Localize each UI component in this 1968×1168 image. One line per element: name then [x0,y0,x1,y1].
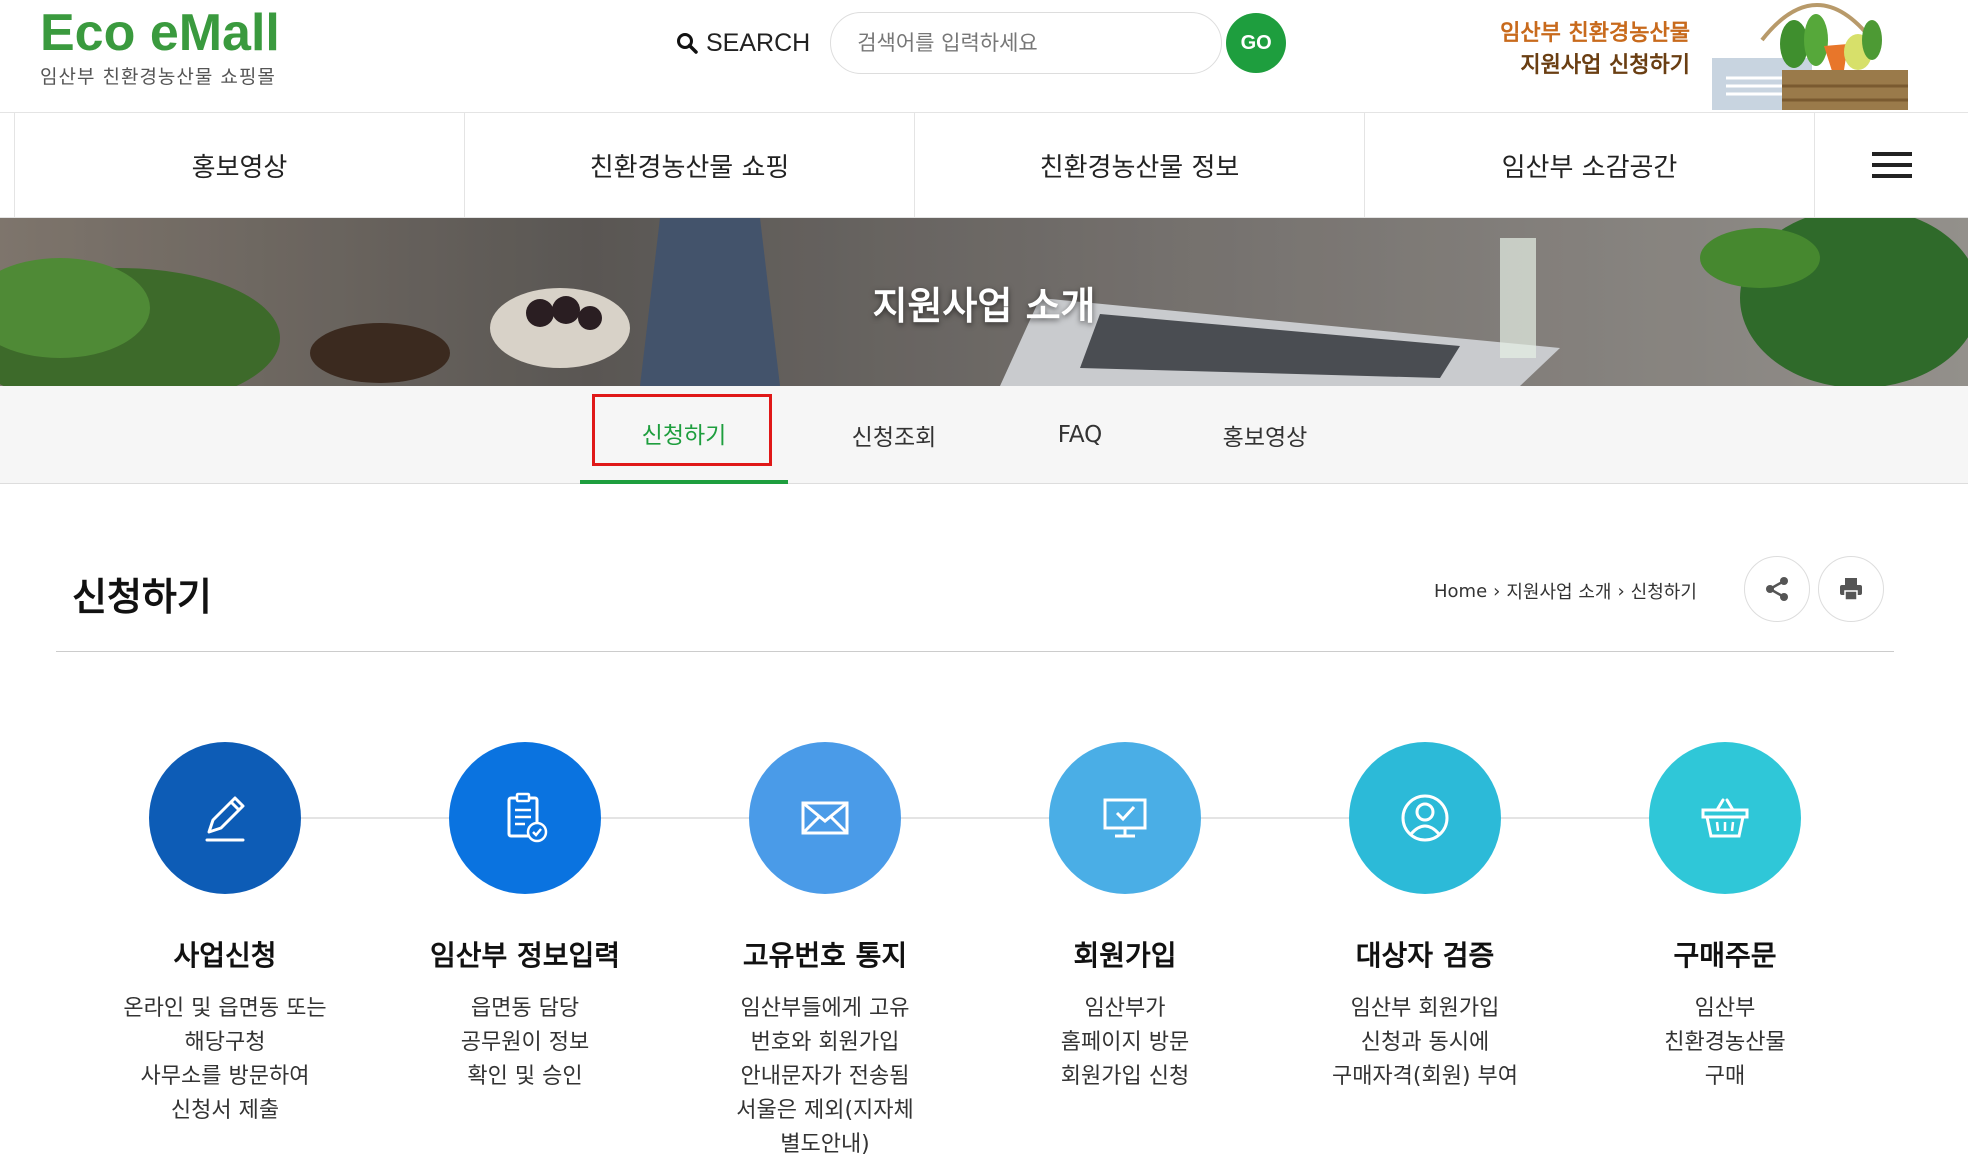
banner-title: 지원사업 소개 [872,283,1096,328]
basket-icon [1701,798,1749,838]
subtab-inquiry[interactable]: 신청조회 [800,386,988,484]
search-bar: SEARCH GO [676,12,1287,74]
step-title: 회원가입 [1073,939,1177,972]
page-title: 신청하기 [72,575,212,619]
step-title: 임산부 정보입력 [429,939,621,972]
search-input[interactable] [830,12,1223,74]
menu-button[interactable] [1814,113,1968,217]
step-circle [1349,742,1501,894]
sub-tabs: 신청하기 신청조회 FAQ 홍보영상 [0,386,1968,484]
step-item: 사업신청 온라인 및 읍면동 또는 해당구청 사무소를 방문하여 신청서 제출 [85,742,365,1128]
breadcrumb: Home › 지원사업 소개 › 신청하기 [1434,578,1697,604]
step-description: 임산부가 홈페이지 방문 회원가입 신청 [1060,996,1190,1089]
monitor-check-icon [1103,798,1147,838]
chevron-right-icon: › [1493,580,1501,602]
nav-item-eco-shopping[interactable]: 친환경농산물 쇼핑 [464,113,914,217]
logo-title: Eco eMall [40,4,280,62]
subtab-promo-video[interactable]: 홍보영상 [1172,386,1358,484]
promo-link[interactable]: 임산부 친환경농산물 지원사업 신청하기 [1470,18,1690,82]
envelope-icon [801,801,849,835]
breadcrumb-section[interactable]: 지원사업 소개 [1506,578,1611,604]
step-item: 고유번호 통지 임산부들에게 고유 번호와 회원가입 안내문자가 전송됨 서울은… [685,742,965,1162]
step-description: 임산부 회원가입 신청과 동시에 구매자격(회원) 부여 [1331,996,1519,1089]
step-circle [749,742,901,894]
divider [56,651,1894,652]
main-nav: 홍보영상 친환경농산물 쇼핑 친환경농산물 정보 임산부 소감공간 [0,112,1968,218]
step-title: 대상자 검증 [1355,939,1495,972]
page-banner: 지원사업 소개 [0,218,1968,386]
vegetable-basket-icon [1712,3,1908,110]
step-title: 사업신청 [173,939,277,972]
search-label-text: SEARCH [706,28,811,57]
step-item: 대상자 검증 임산부 회원가입 신청과 동시에 구매자격(회원) 부여 [1285,742,1565,1094]
share-button[interactable] [1744,556,1810,622]
document-check-icon [507,792,548,843]
step-description: 임산부 친환경농산물 구매 [1664,996,1786,1089]
logo-subtitle: 임산부 친환경농산물 쇼핑몰 [40,66,276,88]
share-icon [1766,577,1788,601]
pen-icon [205,796,245,842]
search-label: SEARCH [676,29,810,58]
breadcrumb-home[interactable]: Home [1434,581,1487,602]
user-circle-icon [1401,794,1449,842]
go-button[interactable]: GO [1226,13,1287,73]
subtab-faq[interactable]: FAQ [990,386,1170,484]
subtab-apply[interactable]: 신청하기 [580,386,788,484]
breadcrumb-current: 신청하기 [1630,582,1697,603]
logo[interactable]: Eco eMall 임산부 친환경농산물 쇼핑몰 [40,4,280,89]
step-description: 읍면동 담당 공무원이 정보 확인 및 승인 [460,996,590,1089]
step-item: 임산부 정보입력 읍면동 담당 공무원이 정보 확인 및 승인 [385,742,665,1094]
step-circle [449,742,601,894]
step-circle [1649,742,1801,894]
chevron-right-icon: › [1617,580,1625,602]
nav-item-promo-video[interactable]: 홍보영상 [14,113,464,217]
step-item: 구매주문 임산부 친환경농산물 구매 [1585,742,1865,1094]
step-circle [1049,742,1201,894]
print-icon [1840,578,1862,601]
step-item: 회원가입 임산부가 홈페이지 방문 회원가입 신청 [985,742,1265,1094]
promo-line-1: 임산부 친환경농산물 [1500,21,1690,46]
hamburger-icon [1871,145,1912,185]
promo-line-2: 지원사업 신청하기 [1520,53,1690,78]
search-icon [677,33,698,54]
step-title: 구매주문 [1673,939,1777,972]
step-description: 임산부들에게 고유 번호와 회원가입 안내문자가 전송됨 서울은 제외(지자체 … [736,996,914,1157]
step-description: 온라인 및 읍면동 또는 해당구청 사무소를 방문하여 신청서 제출 [123,996,327,1123]
header: Eco eMall 임산부 친환경농산물 쇼핑몰 SEARCH GO 임산부 친… [0,0,1968,112]
nav-item-mothers-space[interactable]: 임산부 소감공간 [1364,113,1814,217]
print-button[interactable] [1818,556,1884,622]
nav-item-eco-info[interactable]: 친환경농산물 정보 [914,113,1364,217]
step-title: 고유번호 통지 [742,939,908,972]
step-circle [149,742,301,894]
